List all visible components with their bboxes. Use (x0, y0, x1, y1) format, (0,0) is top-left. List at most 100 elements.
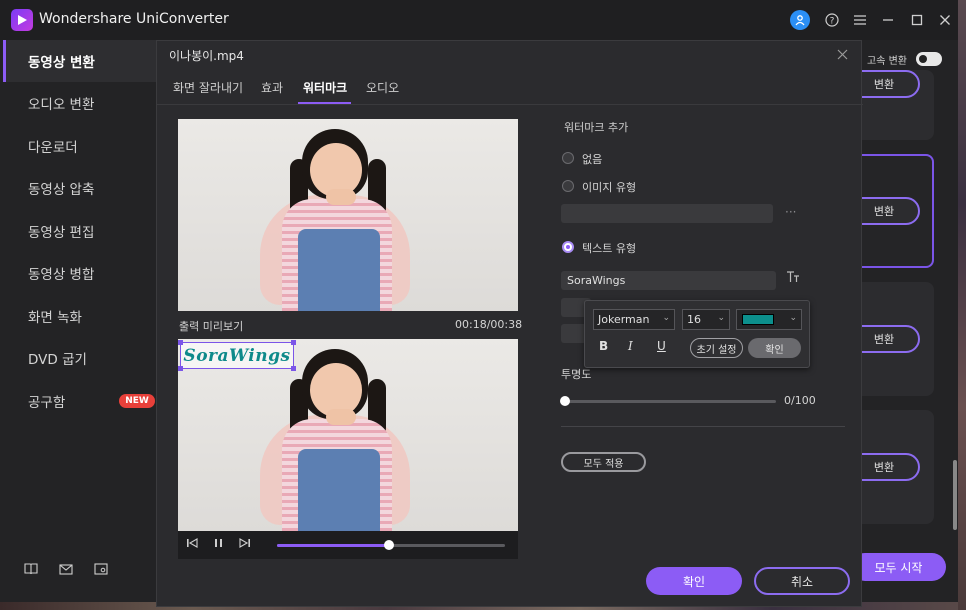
opacity-value: 0/100 (784, 394, 816, 407)
app-logo (11, 9, 33, 31)
chevron-down-icon: ⌄ (789, 313, 797, 323)
new-badge: NEW (119, 394, 155, 408)
font-color-select[interactable]: ⌄ (736, 309, 802, 330)
tab-audio[interactable]: 오디오 (366, 79, 399, 96)
bold-button[interactable]: B (599, 339, 608, 353)
sidebar-item-label: 동영상 변환 (28, 55, 95, 71)
font-settings-popup: Jokerman ⌄ 16 ⌄ ⌄ B I U 초기 설정 확인 (584, 300, 810, 368)
cancel-button[interactable]: 취소 (754, 567, 850, 595)
minimize-icon[interactable] (878, 10, 898, 30)
convert-label: 변환 (873, 205, 895, 218)
overall-shape (298, 229, 380, 311)
resize-handle[interactable] (291, 366, 296, 371)
speed-toggle-label: 고속 변환 (867, 56, 907, 67)
radio-text-label: 텍스트 유형 (582, 242, 637, 255)
resize-handle[interactable] (291, 340, 296, 345)
italic-button[interactable]: I (628, 339, 633, 353)
seek-handle[interactable] (383, 540, 394, 550)
sidebar-item-audio-convert[interactable]: 오디오 변환 (3, 82, 158, 124)
chevron-down-icon: ⌄ (662, 313, 670, 323)
next-frame-icon[interactable] (239, 538, 250, 551)
sidebar-item-label: 동영상 편집 (28, 225, 95, 241)
speed-toggle[interactable] (916, 52, 942, 66)
resize-handle[interactable] (178, 340, 183, 345)
sidebar-item-screen-record[interactable]: 화면 녹화 (3, 295, 158, 337)
browse-image-icon[interactable]: ··· (785, 205, 796, 219)
feedback-icon[interactable] (93, 561, 109, 577)
desktop-background-right (958, 0, 966, 610)
radio-none-label: 없음 (582, 153, 603, 166)
maximize-icon[interactable] (907, 10, 927, 30)
opacity-label: 투명도 (561, 368, 592, 381)
hands-shape (326, 189, 356, 205)
reset-button[interactable]: 초기 설정 (690, 338, 743, 358)
radio-none[interactable] (562, 152, 574, 164)
user-icon[interactable] (790, 10, 810, 30)
convert-label: 변환 (873, 461, 895, 474)
menu-icon[interactable] (850, 10, 870, 30)
pause-icon[interactable] (214, 538, 223, 551)
previous-frame-icon[interactable] (187, 538, 198, 551)
watermark-overlay-text: SoraWings (183, 345, 291, 366)
convert-label: 변환 (873, 333, 895, 346)
preview-time: 00:18/00:38 (455, 318, 523, 331)
dialog-title: 이나봉이.mp4 (169, 49, 244, 63)
watermark-add-label: 워터마크 추가 (564, 121, 629, 134)
font-select-value: Jokerman (598, 313, 650, 326)
apply-all-button[interactable]: 모두 적용 (561, 452, 646, 472)
watermark-text-value: SoraWings (567, 274, 626, 287)
help-icon[interactable]: ? (822, 10, 842, 30)
start-all-button[interactable]: 모두 시작 (851, 553, 946, 581)
sidebar-item-video-edit[interactable]: 동영상 편집 (3, 210, 158, 252)
close-icon[interactable] (837, 46, 848, 64)
font-size-value: 16 (687, 313, 701, 326)
font-size-select[interactable]: 16 ⌄ (682, 309, 730, 330)
divider (561, 426, 845, 427)
tab-effect[interactable]: 효과 (261, 79, 283, 96)
output-preview: SoraWings (178, 339, 518, 531)
seek-progress (277, 544, 389, 547)
watermark-overlay[interactable]: SoraWings (178, 340, 296, 371)
resize-handle[interactable] (178, 366, 183, 371)
seek-bar[interactable] (277, 540, 505, 550)
book-icon[interactable] (23, 561, 39, 577)
tab-watermark[interactable]: 워터마크 (303, 79, 347, 96)
original-preview (178, 119, 518, 311)
opacity-handle[interactable] (560, 396, 570, 406)
sidebar: 동영상 변환 오디오 변환 다운로더 동영상 압축 동영상 편집 동영상 병합 … (3, 40, 158, 602)
radio-image[interactable] (562, 180, 574, 192)
svg-text:?: ? (830, 17, 835, 27)
opacity-slider[interactable] (560, 396, 776, 406)
close-icon[interactable] (935, 10, 955, 30)
ok-button[interactable]: 확인 (646, 567, 742, 595)
underline-button[interactable]: U (657, 339, 666, 353)
image-path-field[interactable] (561, 204, 773, 223)
player-controls (178, 531, 518, 559)
chevron-down-icon: ⌄ (717, 313, 725, 323)
sidebar-item-label: 동영상 병합 (28, 267, 95, 283)
sidebar-item-label: 화면 녹화 (28, 310, 82, 326)
watermark-text-input[interactable]: SoraWings (561, 271, 776, 290)
text-style-icon[interactable] (786, 271, 800, 286)
sidebar-item-dvd-burn[interactable]: DVD 굽기 (3, 337, 158, 379)
tab-crop[interactable]: 화면 잘라내기 (173, 79, 243, 96)
sidebar-item-label: DVD 굽기 (28, 352, 87, 368)
font-select[interactable]: Jokerman ⌄ (593, 309, 675, 330)
mail-icon[interactable] (58, 561, 74, 577)
sidebar-item-video-merge[interactable]: 동영상 병합 (3, 252, 158, 294)
scrollbar[interactable] (953, 460, 957, 530)
sidebar-item-video-convert[interactable]: 동영상 변환 (3, 40, 158, 82)
active-tab-indicator (298, 102, 351, 104)
sidebar-item-label: 동영상 압축 (28, 182, 95, 198)
edit-dialog: 이나봉이.mp4 화면 잘라내기 효과 워터마크 오디오 출력 미리보기 00:… (156, 40, 863, 607)
app-window: Wondershare UniConverter ? 동영상 변환 오디오 변환… (0, 0, 966, 610)
radio-image-label: 이미지 유형 (582, 181, 637, 194)
popup-ok-button[interactable]: 확인 (748, 338, 801, 358)
overall-shape (298, 449, 380, 531)
sidebar-item-downloader[interactable]: 다운로더 (3, 125, 158, 167)
sidebar-item-label: 다운로더 (28, 140, 78, 156)
app-title: Wondershare UniConverter (39, 11, 229, 27)
radio-text[interactable] (562, 241, 574, 253)
sidebar-item-video-compress[interactable]: 동영상 압축 (3, 167, 158, 209)
convert-label: 변환 (873, 78, 895, 91)
